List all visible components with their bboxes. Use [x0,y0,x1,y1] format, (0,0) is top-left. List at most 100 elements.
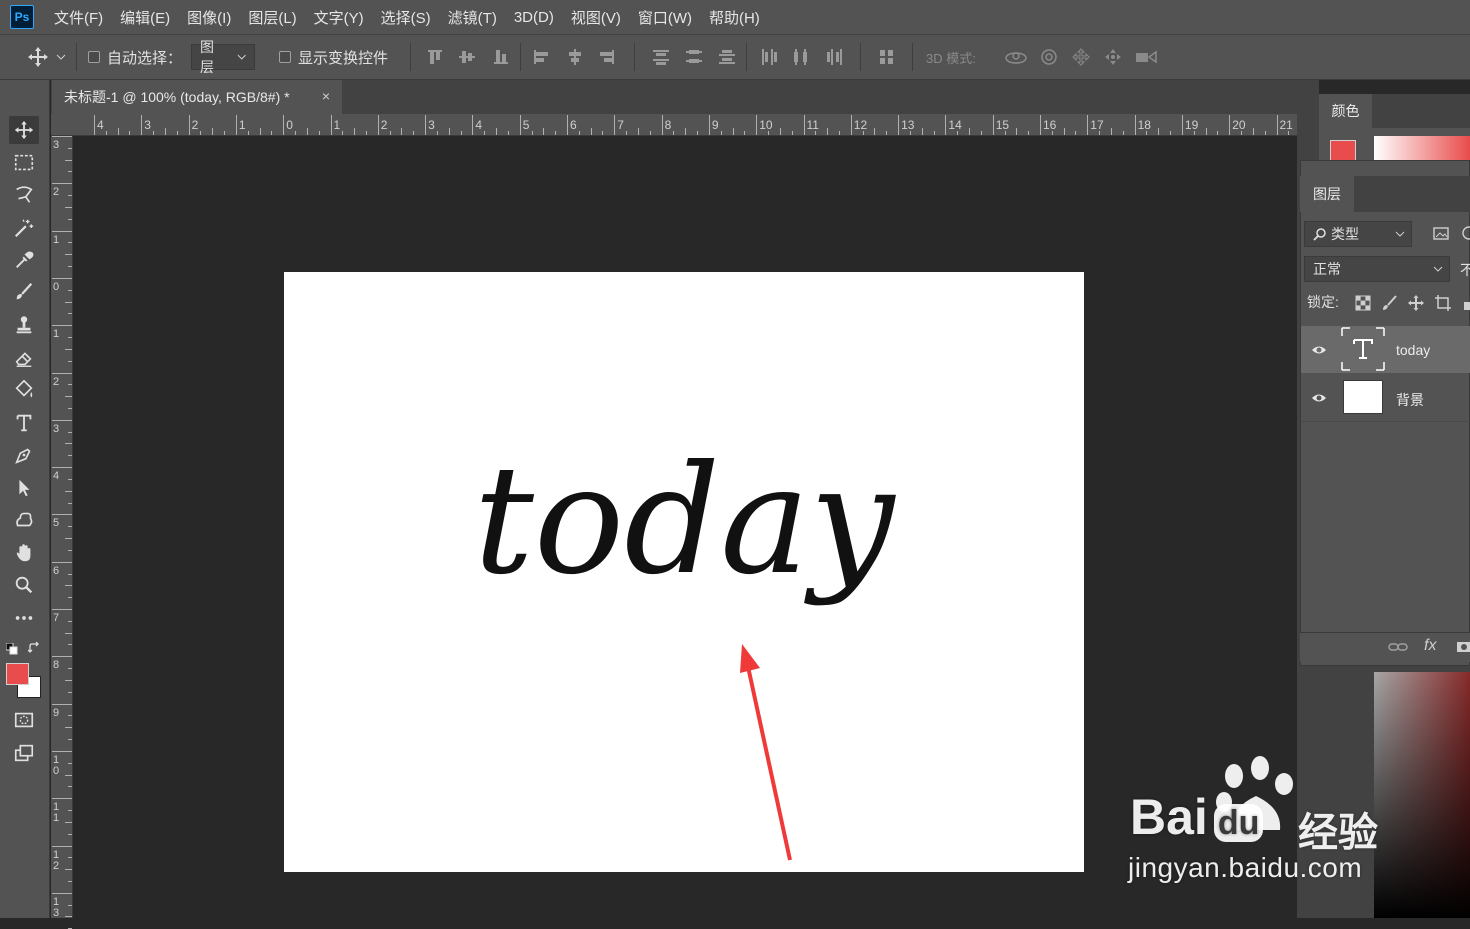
ruler-label: 1 [52,233,60,246]
lasso-tool[interactable] [9,181,39,209]
menu-type[interactable]: 文字(Y) [314,7,364,28]
vertical-ruler: 321012345678910111213 [51,136,73,929]
distribute-right-icon[interactable] [826,48,844,66]
path-selection-tool[interactable] [9,474,39,502]
layer-style-fx-button[interactable]: fx [1424,637,1436,655]
link-layers-icon[interactable] [1388,640,1408,654]
ruler-minor-tick [200,131,202,135]
ruler-label: 17 [1090,118,1104,132]
menu-3d[interactable]: 3D(D) [514,9,554,26]
ruler-tick [52,609,72,610]
default-colors-icon[interactable] [5,642,18,655]
edit-toolbar-button[interactable] [9,604,39,632]
filter-image-icon[interactable] [1432,225,1450,241]
layer-row-background[interactable]: 背景 [1301,374,1470,421]
3d-scale-camera-icon[interactable] [1134,48,1158,66]
menu-view[interactable]: 视图(V) [571,7,621,28]
distribute-horizontal-centers-icon[interactable] [792,48,810,66]
ruler-tick [52,230,72,232]
today-text-layer[interactable]: today [474,434,897,608]
color-ramp[interactable] [1374,136,1470,160]
menu-image[interactable]: 图像(I) [187,7,231,28]
menu-filter[interactable]: 滤镜(T) [448,7,497,28]
swap-colors-icon[interactable] [27,641,40,653]
document-tab[interactable]: 未标题-1 @ 100% (today, RGB/8#) * × [52,80,342,114]
eraser-tool[interactable] [9,344,39,372]
eyedropper-tool[interactable] [9,246,39,274]
distribute-top-icon[interactable] [652,48,670,66]
type-icon [16,414,32,432]
align-vertical-centers-icon[interactable] [458,48,476,66]
ruler-minor-tick [68,904,72,906]
pen-tool[interactable] [9,441,39,469]
distribute-left-icon[interactable] [760,48,778,66]
align-horizontal-centers-icon[interactable] [566,48,584,66]
clone-stamp-tool[interactable] [9,311,39,339]
align-left-edges-icon[interactable] [532,48,550,66]
move-tool[interactable] [9,116,39,144]
ruler-label: 4 [475,118,483,132]
blend-mode-dropdown[interactable]: 正常 [1304,256,1450,282]
distribute-bottom-icon[interactable] [718,48,736,66]
ruler-tick [1087,115,1089,135]
layer-filter-dropdown[interactable]: 类型 [1304,221,1412,247]
3d-pan-icon[interactable] [1072,48,1090,66]
ruler-minor-tick [531,131,533,135]
show-transform-checkbox[interactable] [279,51,291,63]
ruler-minor-tick [969,128,971,135]
layer-row-today[interactable]: today [1301,326,1470,373]
align-right-edges-icon[interactable] [598,48,616,66]
align-top-edges-icon[interactable] [426,48,444,66]
magic-wand-tool[interactable] [9,214,39,242]
tab-layers[interactable]: 图层 [1300,176,1354,212]
align-bottom-edges-icon[interactable] [492,48,510,66]
eye-icon[interactable] [1311,344,1327,356]
foreground-color-swatch[interactable] [6,663,29,685]
tab-color[interactable]: 颜色 [1319,94,1372,128]
brush-tool[interactable] [9,278,39,306]
lock-all-icon[interactable] [1462,295,1470,311]
ruler-label: 8 [664,118,672,132]
quick-mask-button[interactable] [9,706,39,734]
marquee-tool[interactable] [9,149,39,177]
3d-roll-icon[interactable] [1040,48,1058,66]
menu-help[interactable]: 帮助(H) [709,7,760,28]
add-mask-icon[interactable] [1456,640,1470,654]
ruler-minor-tick [65,443,72,445]
custom-shape-tool[interactable] [9,506,39,534]
close-document-icon[interactable]: × [322,88,330,104]
screen-mode-button[interactable] [9,739,39,767]
ruler-tick [52,467,72,469]
eye-icon[interactable] [1311,392,1327,404]
menu-window[interactable]: 窗口(W) [638,7,692,28]
distribute-spacing-icon[interactable] [878,48,896,66]
ruler-tick [52,798,72,800]
3d-orbit-icon[interactable] [1004,48,1028,66]
lock-artboard-icon[interactable] [1435,295,1451,311]
lock-position-icon[interactable] [1408,295,1424,311]
ruler-minor-tick [68,526,72,528]
menu-edit[interactable]: 编辑(E) [120,7,170,28]
menu-select[interactable]: 选择(S) [381,7,431,28]
3d-slide-icon[interactable] [1104,48,1122,66]
ruler-minor-tick [1252,128,1254,135]
hand-tool[interactable] [9,539,39,567]
lock-transparent-pixels-icon[interactable] [1355,295,1371,311]
paint-bucket-tool[interactable] [9,376,39,404]
auto-select-checkbox[interactable] [88,51,100,63]
distribute-vertical-centers-icon[interactable] [685,48,703,66]
auto-select-target-dropdown[interactable]: 图层 [191,39,255,75]
ruler-label: 16 [1043,118,1057,132]
auto-select-option[interactable]: 自动选择： [88,35,182,79]
show-transform-controls-option[interactable]: 显示变换控件 [279,35,388,79]
menu-file[interactable]: 文件(F) [54,7,103,28]
document-canvas[interactable]: today [284,272,1084,872]
background-layer-thumbnail [1343,380,1383,414]
filter-adjustment-icon[interactable] [1460,225,1470,241]
menu-layer[interactable]: 图层(L) [248,7,296,28]
ruler-minor-tick [921,128,923,135]
type-tool[interactable] [9,409,39,437]
move-tool-preset-picker[interactable] [26,35,66,79]
lock-image-pixels-icon[interactable] [1382,295,1398,311]
zoom-tool[interactable] [9,571,39,599]
